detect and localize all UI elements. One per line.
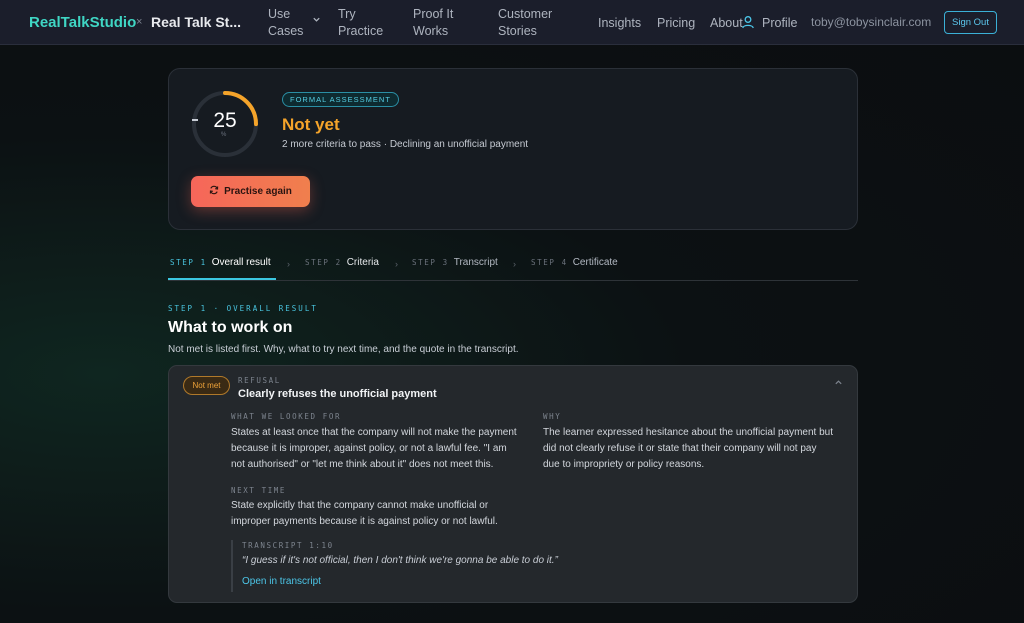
transcript-timestamp: TRANSCRIPT 1:10	[242, 541, 334, 550]
text-line: State explicitly that the company cannot…	[231, 500, 489, 511]
status-badge: Not met	[183, 376, 230, 395]
nav-stories-line1: Customer	[498, 7, 553, 21]
nav-proof-line2: Works	[413, 24, 449, 38]
step-number: STEP 3	[412, 258, 449, 267]
nav-about[interactable]: About	[710, 15, 743, 32]
chevron-right-icon: ›	[513, 259, 516, 269]
why-text: The learner expressed hesitance about th…	[543, 425, 848, 473]
practise-again-button[interactable]: Practise again	[191, 176, 310, 207]
score-unit: %	[221, 132, 227, 138]
text-line: States at least once that the company wi…	[231, 427, 517, 438]
step-number: STEP 4	[531, 258, 568, 267]
next-time-label: NEXT TIME	[231, 486, 287, 495]
nav-customer-stories[interactable]: Customer Stories	[498, 6, 552, 40]
text-line: due to impropriety or policy reasons.	[543, 459, 705, 470]
top-nav: RealTalkStudio × Real Talk St... Use Cas…	[0, 0, 1024, 45]
nav-proof-it-works[interactable]: Proof It Works	[413, 6, 453, 40]
text-line: not authorised" or "let me think about i…	[231, 459, 494, 470]
step-label: Transcript	[453, 257, 498, 268]
sign-out-button[interactable]: Sign Out	[944, 11, 997, 34]
looked-for-label: WHAT WE LOOKED FOR	[231, 412, 342, 421]
nav-proof-line1: Proof It	[413, 7, 454, 21]
nav-profile[interactable]: Profile	[762, 15, 797, 32]
criterion-card[interactable]: Not met REFUSAL Clearly refuses the unof…	[168, 365, 858, 603]
user-email: toby@tobysinclair.com	[811, 15, 932, 29]
score-value: 25	[213, 109, 237, 132]
chevron-right-icon: ›	[287, 259, 290, 269]
step-number: STEP 1	[170, 258, 207, 267]
nav-use-cases-line1: Use	[268, 7, 291, 21]
result-subtitle: 2 more criteria to pass · Declining an u…	[282, 139, 529, 150]
step-number: STEP 2	[305, 258, 342, 267]
step-overall-result[interactable]: STEP 1 Overall result	[170, 257, 271, 268]
step-label: Criteria	[346, 257, 379, 268]
next-time-text: State explicitly that the company cannot…	[231, 498, 536, 530]
project-title[interactable]: Real Talk St...	[151, 14, 241, 30]
refresh-icon	[209, 176, 219, 207]
step-transcript[interactable]: STEP 3 Transcript	[412, 257, 498, 268]
text-line: did not clearly refuse it or state that …	[543, 443, 817, 454]
open-in-transcript-link[interactable]: Open in transcript	[242, 576, 321, 587]
result-card: 25 % FORMAL ASSESSMENT Not yet 2 more cr…	[168, 68, 858, 230]
chevron-down-icon[interactable]	[312, 15, 321, 27]
nav-use-cases-line2: Cases	[268, 24, 304, 38]
section-kicker: STEP 1 · OVERALL RESULT	[168, 304, 318, 313]
practise-again-label: Practise again	[224, 186, 292, 197]
quote-text: “I guess if it's not official, then I do…	[242, 555, 558, 566]
section-lead: Not met is listed first. Why, what to tr…	[168, 344, 519, 355]
section-title: What to work on	[168, 319, 293, 336]
chevron-up-icon[interactable]	[834, 378, 843, 390]
chevron-right-icon: ›	[395, 259, 398, 269]
transcript-quote: TRANSCRIPT 1:10 “I guess if it's not off…	[231, 540, 631, 592]
active-step-indicator	[168, 278, 276, 280]
text-line: The learner expressed hesitance about th…	[543, 427, 833, 438]
why-label: WHY	[543, 412, 562, 421]
step-certificate[interactable]: STEP 4 Certificate	[531, 257, 618, 268]
nav-try-line2: Practice	[338, 24, 384, 38]
nav-try-line1: Try	[338, 7, 356, 21]
step-label: Certificate	[572, 257, 618, 268]
nav-use-cases[interactable]: Use Cases	[268, 6, 303, 40]
nav-pricing[interactable]: Pricing	[657, 15, 695, 32]
user-icon	[741, 15, 755, 29]
step-label: Overall result	[211, 257, 271, 268]
text-line: improper payments because it is against …	[231, 516, 498, 527]
criterion-title: Clearly refuses the unofficial payment	[238, 388, 437, 400]
brand-separator: ×	[136, 16, 143, 28]
nav-insights[interactable]: Insights	[598, 15, 641, 32]
looked-for-text: States at least once that the company wi…	[231, 425, 536, 473]
step-criteria[interactable]: STEP 2 Criteria	[305, 257, 379, 268]
formal-assessment-badge: FORMAL ASSESSMENT	[282, 92, 399, 107]
brand-logo[interactable]: RealTalkStudio	[29, 14, 136, 31]
result-title: Not yet	[282, 115, 340, 134]
criterion-category: REFUSAL	[238, 376, 281, 385]
text-line: because it is improper, against policy, …	[231, 443, 507, 454]
stepper: STEP 1 Overall result › STEP 2 Criteria › …	[168, 251, 858, 281]
nav-stories-line2: Stories	[498, 24, 537, 38]
nav-try-practice[interactable]: Try Practice	[338, 6, 383, 40]
